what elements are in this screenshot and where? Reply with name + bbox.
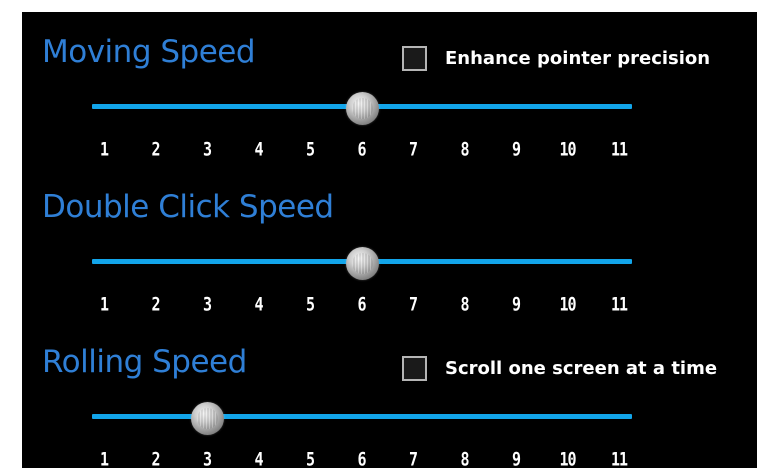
tick-label: 1: [99, 137, 109, 161]
tick-label: 11: [610, 447, 628, 471]
tick-label: 1: [99, 292, 109, 316]
tick-label: 11: [610, 292, 628, 316]
tick-label: 10: [559, 292, 576, 316]
tick-label: 5: [305, 292, 315, 316]
tick-label: 9: [511, 292, 521, 316]
scroll-one-screen-label: Scroll one screen at a time: [445, 358, 718, 379]
tick-label: 3: [202, 137, 212, 161]
tick-label: 7: [408, 137, 418, 161]
tick-label: 6: [357, 447, 366, 471]
rolling-speed-slider[interactable]: [92, 402, 632, 435]
moving-speed-section: Moving Speed Enhance pointer precision 1…: [22, 12, 757, 162]
checkbox-box[interactable]: [402, 356, 427, 381]
tick-label: 4: [254, 137, 263, 161]
tick-label: 2: [151, 447, 160, 471]
tick-label: 3: [202, 447, 212, 471]
tick-label: 2: [151, 137, 160, 161]
rolling-speed-tick-labels: 1 2 3 4 5 6 7 8 9 10 11: [92, 447, 632, 474]
checkbox-box[interactable]: [402, 46, 427, 71]
tick-label: 8: [460, 292, 469, 316]
moving-speed-title: Moving Speed: [42, 34, 256, 70]
double-click-speed-section: Double Click Speed 1 2 3 4 5 6 7 8 9 10 11: [22, 167, 757, 317]
tick-label: 8: [460, 137, 469, 161]
slider-thumb[interactable]: [345, 247, 379, 280]
tick-label: 5: [305, 447, 315, 471]
double-click-speed-title: Double Click Speed: [42, 189, 334, 225]
tick-label: 8: [460, 447, 469, 471]
tick-label: 3: [202, 292, 212, 316]
rolling-speed-title: Rolling Speed: [42, 344, 247, 380]
tick-label: 9: [511, 447, 521, 471]
enhance-pointer-precision-checkbox[interactable]: Enhance pointer precision: [402, 46, 710, 71]
rolling-speed-section: Rolling Speed Scroll one screen at a tim…: [22, 322, 757, 472]
scroll-one-screen-checkbox[interactable]: Scroll one screen at a time: [402, 356, 717, 381]
tick-label: 10: [559, 447, 576, 471]
tick-label: 11: [610, 137, 628, 161]
double-click-speed-slider[interactable]: [92, 247, 632, 280]
slider-thumb[interactable]: [191, 402, 224, 435]
tick-label: 7: [408, 447, 418, 471]
tick-label: 4: [254, 292, 263, 316]
slider-thumb[interactable]: [345, 92, 379, 125]
tick-label: 9: [511, 137, 521, 161]
moving-speed-tick-labels: 1 2 3 4 5 6 7 8 9 10 11: [92, 137, 632, 164]
enhance-pointer-precision-label: Enhance pointer precision: [445, 48, 711, 69]
moving-speed-slider[interactable]: [92, 92, 632, 125]
slider-track[interactable]: [92, 414, 632, 419]
tick-label: 7: [408, 292, 418, 316]
tick-label: 10: [559, 137, 576, 161]
tick-label: 2: [151, 292, 160, 316]
tick-label: 6: [357, 137, 366, 161]
tick-label: 5: [305, 137, 315, 161]
tick-label: 1: [99, 447, 109, 471]
double-click-speed-tick-labels: 1 2 3 4 5 6 7 8 9 10 11: [92, 292, 632, 319]
tick-label: 6: [357, 292, 366, 316]
tick-label: 4: [254, 447, 263, 471]
mouse-settings-panel: Moving Speed Enhance pointer precision 1…: [22, 12, 757, 470]
